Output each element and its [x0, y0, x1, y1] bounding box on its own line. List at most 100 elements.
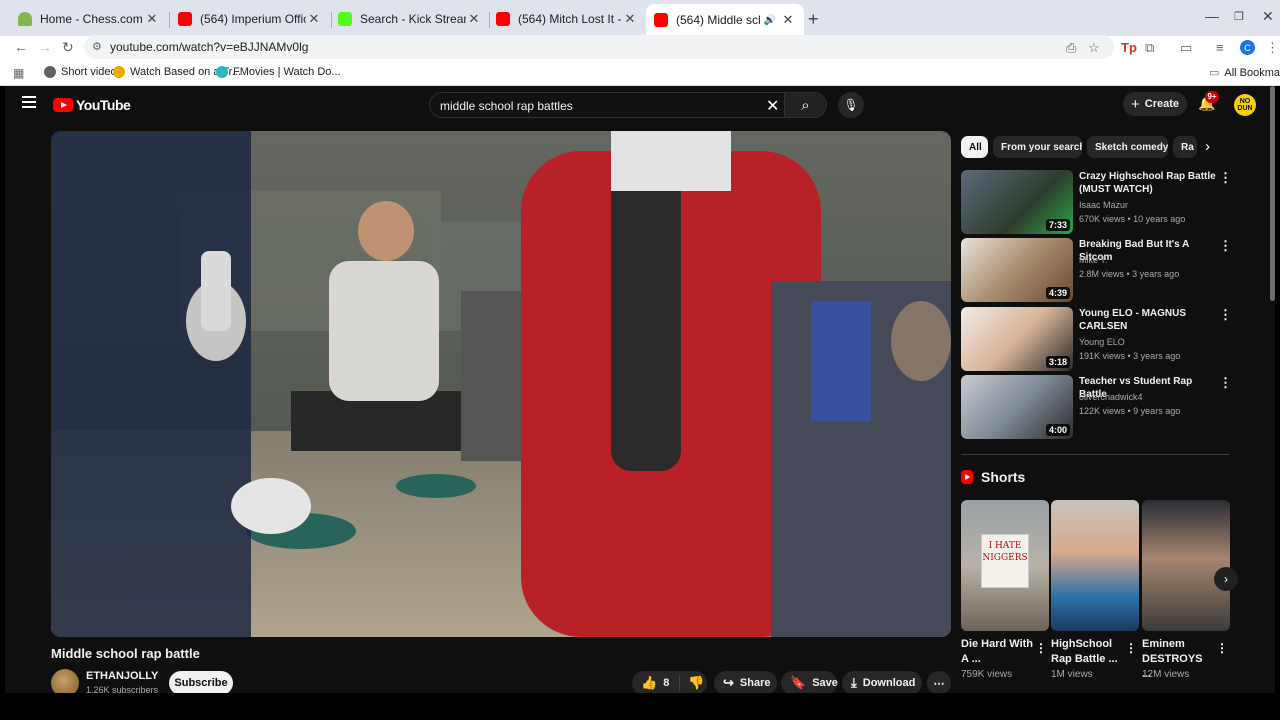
chevron-right-icon[interactable]: › [1205, 138, 1210, 155]
channel-avatar[interactable] [51, 669, 79, 693]
microphone-icon: 🎙 [843, 98, 859, 112]
save-button[interactable]: 🔖 Save [781, 671, 838, 693]
rec-meta: 191K views • 3 years ago [1079, 351, 1181, 361]
short-views: 1M views [1051, 669, 1093, 680]
shorts-heading: Shorts [961, 469, 1025, 485]
rec-channel[interactable]: Isaac Mazur [1079, 200, 1128, 210]
apps-grid-icon[interactable]: ▦ [13, 66, 24, 80]
profile-avatar[interactable]: C [1240, 40, 1255, 55]
shorts-next-button[interactable]: › [1214, 567, 1238, 591]
clear-search-icon[interactable]: ✕ [766, 96, 779, 116]
voice-search-button[interactable]: 🎙 [838, 92, 864, 118]
video-player[interactable] [51, 131, 951, 637]
more-vertical-icon[interactable]: ⋮ [1219, 238, 1232, 254]
share-label: Share [739, 677, 771, 689]
close-icon[interactable]: ✕ [622, 11, 638, 27]
browser-tab-mitch[interactable]: (564) Mitch Lost It - YouTube ✕ [488, 6, 646, 32]
rec-meta: 122K views • 9 years ago [1079, 406, 1181, 416]
restore-icon[interactable]: ❐ [1234, 10, 1244, 23]
forward-icon[interactable]: → [38, 39, 52, 55]
tab-title: Home - Chess.com [40, 12, 143, 26]
short-item[interactable]: HighSchool Rap Battle ... 1M views ⋮ [1051, 500, 1139, 680]
channel-name[interactable]: ETHANJOLLY [86, 670, 158, 682]
back-icon[interactable]: ← [14, 39, 28, 55]
rec-meta: 670K views • 10 years ago [1079, 214, 1186, 224]
masthead: YouTube middle school rap battles ✕ ⌕ 🎙 … [5, 86, 1275, 124]
search-input[interactable]: middle school rap battles [440, 99, 573, 113]
cast-icon[interactable]: ▭ [1180, 40, 1192, 56]
tab-title: (564) Mitch Lost It - YouTube [518, 12, 622, 26]
close-icon[interactable]: ✕ [780, 12, 796, 28]
browser-tab-kick[interactable]: Search - Kick Streaming ✕ [330, 6, 490, 32]
menu-kebab-icon[interactable]: ⋮ [1266, 40, 1279, 56]
browser-tab-imperium[interactable]: (564) Imperium Official Trailer ✕ [170, 6, 330, 32]
chip-all[interactable]: All [961, 136, 988, 158]
recommendation-item[interactable]: 3:18 Young ELO - MAGNUS CARLSEN Young EL… [961, 307, 1232, 371]
speaker-icon[interactable]: 🔊 [764, 15, 776, 26]
video-thumbnail[interactable]: 7:33 [961, 170, 1073, 234]
all-bookmarks[interactable]: ▭ All Bookmarks [1209, 66, 1280, 80]
more-vertical-icon[interactable]: ⋮ [1219, 307, 1232, 323]
create-label: Create [1144, 98, 1179, 110]
more-vertical-icon[interactable]: ⋮ [1216, 641, 1228, 655]
dislike-button[interactable]: 👎 [680, 675, 704, 691]
recommendation-item[interactable]: 4:00 Teacher vs Student Rap Battle olive… [961, 375, 1232, 439]
more-vertical-icon[interactable]: ⋮ [1035, 641, 1047, 655]
url-text: youtube.com/watch?v=eBJJNAMv0lg [110, 40, 309, 54]
install-app-icon[interactable]: ⎙ [1066, 40, 1076, 56]
window-close-icon[interactable]: ✕ [1262, 8, 1274, 25]
youtube-logo[interactable]: YouTube [53, 97, 131, 113]
address-bar[interactable]: ⚙ youtube.com/watch?v=eBJJNAMv0lg [84, 35, 1114, 59]
video-thumbnail[interactable]: 4:39 [961, 238, 1073, 302]
video-thumbnail[interactable]: 4:00 [961, 375, 1073, 439]
short-item[interactable]: I HATE NIGGERS Die Hard With A ... 759K … [961, 500, 1049, 680]
short-thumbnail[interactable]: I HATE NIGGERS [961, 500, 1049, 631]
menu-hamburger-icon[interactable] [22, 96, 36, 108]
close-icon[interactable]: ✕ [306, 11, 322, 27]
chip-from-search[interactable]: From your search [993, 136, 1082, 158]
tab-title: (564) Middle school rap bat [676, 13, 760, 27]
more-actions-button[interactable]: ⋯ [927, 671, 951, 693]
browser-tab-chess[interactable]: Home - Chess.com ✕ [10, 6, 168, 32]
duration-badge: 4:39 [1045, 287, 1070, 299]
site-info-icon[interactable]: ⚙ [92, 40, 102, 53]
short-thumbnail[interactable] [1142, 500, 1230, 631]
extensions-puzzle-icon[interactable]: ⧉ [1145, 40, 1154, 56]
extension-icon[interactable]: Tp [1121, 40, 1137, 55]
create-button[interactable]: + Create [1123, 92, 1187, 116]
user-avatar[interactable]: NO DUN [1234, 94, 1256, 116]
video-title: Middle school rap battle [51, 646, 200, 661]
like-button[interactable]: 👍 8 [632, 675, 680, 691]
recommendation-item[interactable]: 4:39 Breaking Bad But It's A Sitcom Mike… [961, 238, 1232, 302]
rec-title: Crazy Highschool Rap Battle (MUST WATCH) [1079, 171, 1216, 195]
more-vertical-icon[interactable]: ⋮ [1219, 170, 1232, 186]
new-tab-icon[interactable]: + [808, 9, 819, 30]
more-vertical-icon[interactable]: ⋮ [1219, 375, 1232, 391]
minimize-icon[interactable]: — [1205, 8, 1219, 24]
duration-badge: 4:00 [1045, 424, 1070, 436]
short-views: 759K views [961, 669, 1013, 680]
share-button[interactable]: ↪ Share [714, 671, 777, 693]
close-icon[interactable]: ✕ [144, 11, 160, 27]
short-thumbnail[interactable] [1051, 500, 1139, 631]
bookmark-short-videos[interactable]: Short videos [44, 66, 122, 78]
download-button[interactable]: ⤓ Download [842, 671, 922, 693]
browser-tab-active[interactable]: (564) Middle school rap bat 🔊 ✕ [646, 4, 804, 36]
rec-channel[interactable]: Mike T. [1079, 255, 1107, 265]
reload-icon[interactable]: ↻ [62, 39, 74, 56]
rec-channel[interactable]: oliverchadwick4 [1079, 392, 1143, 402]
search-button[interactable]: ⌕ [784, 93, 826, 117]
bookmark-fmovies[interactable]: FMovies | Watch Do... [216, 66, 341, 78]
plus-icon: + [1130, 95, 1140, 113]
more-vertical-icon[interactable]: ⋮ [1125, 641, 1137, 655]
close-icon[interactable]: ✕ [466, 11, 482, 27]
bookmark-star-icon[interactable]: ☆ [1088, 40, 1100, 56]
subscribe-button[interactable]: Subscribe [169, 671, 233, 693]
short-item[interactable]: Eminem DESTROYS ... 12M views ⋮ [1142, 500, 1230, 680]
chip-rap[interactable]: Ra [1173, 136, 1197, 158]
video-thumbnail[interactable]: 3:18 [961, 307, 1073, 371]
chip-sketch-comedy[interactable]: Sketch comedy [1087, 136, 1168, 158]
rec-channel[interactable]: Young ELO [1079, 337, 1125, 347]
recommendation-item[interactable]: 7:33 Crazy Highschool Rap Battle (MUST W… [961, 170, 1232, 234]
media-controls-icon[interactable]: ≡ [1216, 40, 1224, 55]
